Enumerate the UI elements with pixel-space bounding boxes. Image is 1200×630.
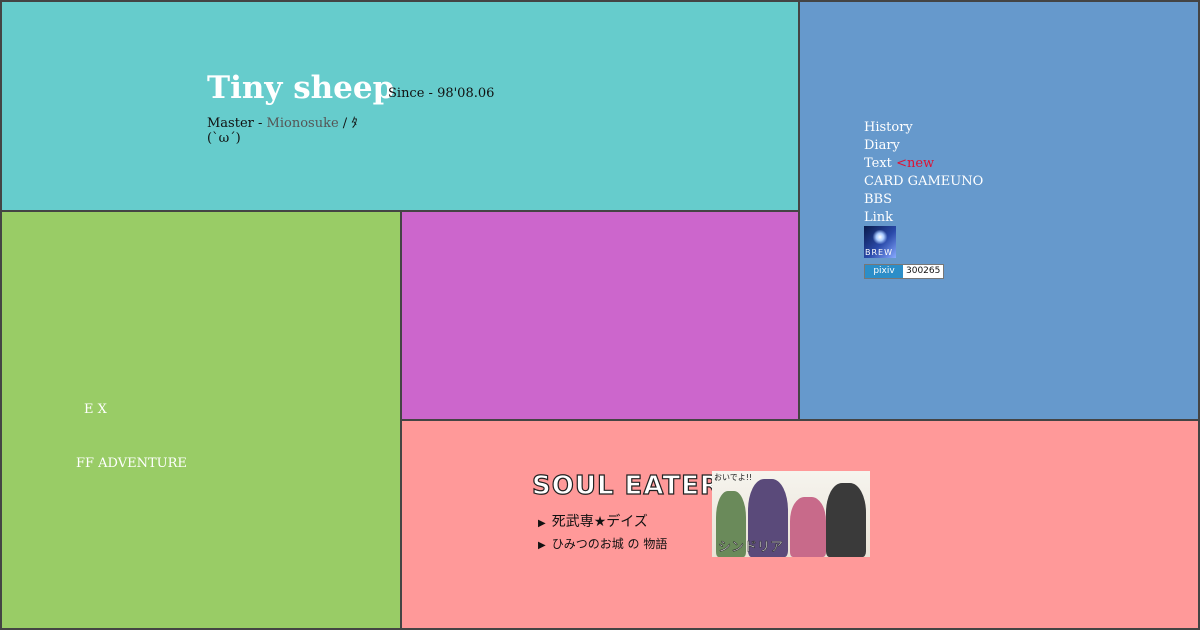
master-suffix: / ﾀ: [338, 116, 358, 131]
link-ff-adventure[interactable]: FF ADVENTURE: [76, 456, 187, 471]
nav-menu: History Diary Text <new CARD GAMEUNO BBS…: [864, 119, 983, 227]
nav-card-game-uno[interactable]: CARD GAMEUNO: [864, 173, 983, 191]
new-badge: <new: [896, 156, 935, 171]
nav-bbs[interactable]: BBS: [864, 191, 983, 209]
master-line: Master - Mionosuke / ﾀ: [207, 112, 358, 131]
pink-panel: SOUL EATER ▶ 死武専★デイズ ▶ ひみつのお城 の 物語 おいでよ!! …: [400, 419, 1200, 630]
soul-eater-logo: SOUL EATER: [531, 470, 721, 501]
nav-history[interactable]: History: [864, 119, 983, 137]
character-figure: [826, 483, 866, 557]
master-label: Master -: [207, 116, 267, 131]
nav-panel: History Diary Text <new CARD GAMEUNO BBS…: [798, 0, 1200, 421]
face-emoticon: (`ω´): [207, 131, 241, 146]
green-panel: E X FF ADVENTURE: [0, 210, 402, 630]
since-date: Since - 98'08.06: [388, 86, 495, 101]
nav-link[interactable]: Link: [864, 209, 983, 227]
brew-banner[interactable]: BREW: [864, 226, 896, 258]
soul-eater-line-2: ▶ ひみつのお城 の 物語: [538, 535, 667, 552]
pixiv-logo: pixiv: [865, 265, 903, 278]
nav-diary[interactable]: Diary: [864, 137, 983, 155]
pixiv-badge[interactable]: pixiv 300265: [864, 264, 944, 279]
magi-name: シンドリア: [718, 540, 784, 556]
brew-spark-icon: [872, 230, 888, 244]
pixiv-count: 300265: [906, 266, 941, 276]
magi-tag: おいでよ!!: [714, 473, 753, 482]
nav-text-label[interactable]: Text: [864, 156, 892, 171]
site-title: Tiny sheep: [207, 70, 395, 106]
soul-eater-line-1: ▶ 死武専★デイズ: [538, 511, 648, 531]
purple-panel: [400, 210, 800, 421]
nav-text[interactable]: Text <new: [864, 155, 983, 173]
link-ex[interactable]: E X: [84, 402, 107, 417]
soul-eater-line-1-text: 死武専★デイズ: [551, 514, 648, 530]
character-figure: [790, 497, 826, 557]
master-name: Mionosuke: [266, 116, 339, 131]
triangle-right-icon: ▶: [538, 518, 546, 529]
soul-eater-banner[interactable]: SOUL EATER ▶ 死武専★デイズ ▶ ひみつのお城 の 物語: [531, 470, 721, 557]
triangle-right-icon: ▶: [538, 540, 546, 551]
header-panel: Tiny sheep Since - 98'08.06 Master - Mio…: [0, 0, 800, 212]
magi-banner[interactable]: おいでよ!! シンドリア: [712, 471, 870, 557]
brew-label: BREW: [865, 248, 894, 257]
soul-eater-line-2-text: ひみつのお城 の 物語: [551, 537, 668, 551]
